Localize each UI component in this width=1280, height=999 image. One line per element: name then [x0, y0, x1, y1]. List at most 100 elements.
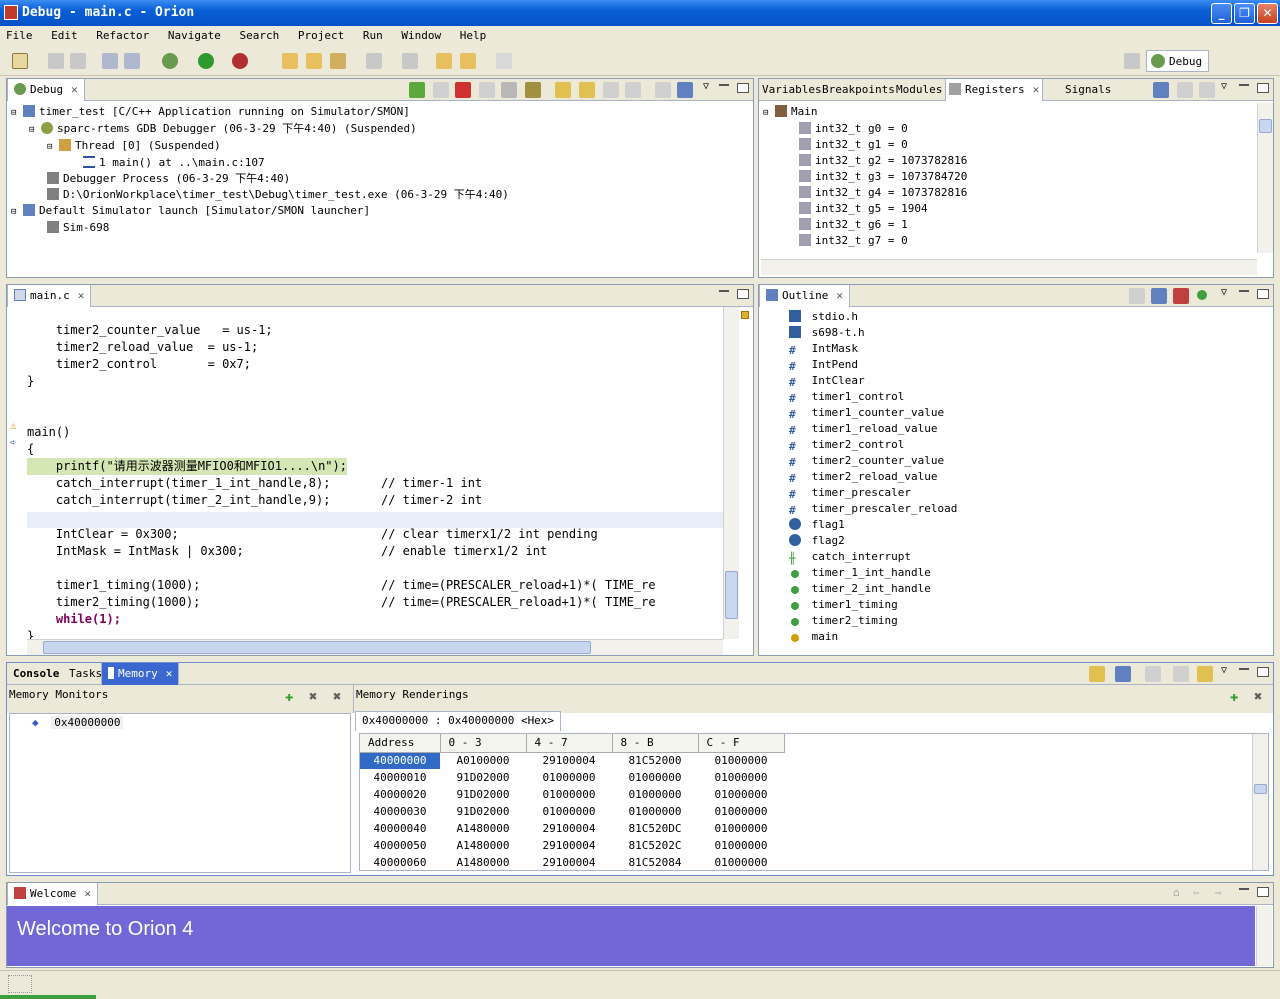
- tree-item-simulator-launch[interactable]: ⊟ Default Simulator launch [Simulator/SM…: [11, 203, 509, 220]
- sort-icon[interactable]: [1129, 288, 1145, 304]
- outline-item[interactable]: flag1: [789, 517, 957, 533]
- table-row[interactable]: 40000010 91D02000 01000000 01000000 01000000: [360, 769, 784, 786]
- tab-debug[interactable]: Debug ✕: [7, 79, 85, 101]
- table-row[interactable]: 40000030 91D02000 01000000 01000000 01000000: [360, 803, 784, 820]
- register-row[interactable]: int32_t g4 = 1073782816: [763, 185, 967, 201]
- show-logical-structure-icon[interactable]: [1177, 82, 1193, 98]
- maximize-view-icon[interactable]: [737, 289, 749, 299]
- outline-item[interactable]: # timer_prescaler_reload: [789, 501, 957, 517]
- external-tools-icon[interactable]: [232, 53, 248, 69]
- minimize-button[interactable]: _: [1211, 3, 1232, 24]
- menu-window[interactable]: Window: [395, 26, 447, 46]
- minimize-view-icon[interactable]: [1239, 83, 1249, 86]
- outline-item[interactable]: timer1_timing: [789, 597, 957, 613]
- editor-hscrollbar[interactable]: [27, 639, 723, 655]
- outline-item[interactable]: timer_2_int_handle: [789, 581, 957, 597]
- column-header[interactable]: 4 - 7: [526, 734, 613, 753]
- hide-nonpublic-icon[interactable]: [1197, 290, 1207, 300]
- run-icon[interactable]: [198, 53, 214, 69]
- pin-icon[interactable]: [330, 53, 346, 69]
- close-icon[interactable]: ✕: [71, 79, 78, 101]
- tree-item-exe[interactable]: D:\OrionWorkplace\timer_test\Debug\timer…: [11, 187, 509, 203]
- remove-rendering-icon[interactable]: ✖: [1254, 689, 1262, 705]
- outline-item[interactable]: # IntMask: [789, 341, 957, 357]
- outline-item[interactable]: # timer2_counter_value: [789, 453, 957, 469]
- outline-item[interactable]: flag2: [789, 533, 957, 549]
- open-perspective-icon[interactable]: [1124, 53, 1140, 69]
- outline-item[interactable]: # timer1_control: [789, 389, 957, 405]
- registers-hscrollbar[interactable]: [761, 259, 1257, 275]
- outline-item[interactable]: # timer2_reload_value: [789, 469, 957, 485]
- register-row[interactable]: int32_t g1 = 0: [763, 137, 967, 153]
- tab-signals[interactable]: Signals: [1059, 79, 1117, 101]
- minimize-view-icon[interactable]: [719, 83, 729, 86]
- open-project-icon[interactable]: [306, 53, 322, 69]
- table-row[interactable]: 40000020 91D02000 01000000 01000000 01000000: [360, 786, 784, 803]
- hide-static-icon[interactable]: [1173, 288, 1189, 304]
- menu-search[interactable]: Search: [233, 26, 285, 46]
- tree-item-debugger-process[interactable]: Debugger Process (06-3-29 下午4:40): [11, 171, 509, 187]
- add-monitor-icon[interactable]: ✚: [285, 689, 293, 705]
- column-header[interactable]: Address: [360, 734, 441, 753]
- hide-fields-icon[interactable]: [1151, 288, 1167, 304]
- menu-project[interactable]: Project: [292, 26, 350, 46]
- tab-memory[interactable]: Memory ✕: [101, 663, 180, 685]
- fast-view-bar[interactable]: [8, 975, 32, 993]
- menu-navigate[interactable]: Navigate: [162, 26, 227, 46]
- tree-item-debugger[interactable]: ⊟ sparc-rtems GDB Debugger (06-3-29 下午4:…: [11, 121, 509, 138]
- forward-icon[interactable]: ⇨: [1215, 886, 1222, 899]
- overview-warning-marker[interactable]: [741, 311, 749, 319]
- tree-item-sim[interactable]: Sim-698: [11, 220, 509, 236]
- terminate-icon[interactable]: [455, 82, 471, 98]
- layout-icon[interactable]: [1173, 666, 1189, 682]
- outline-item[interactable]: stdio.h: [789, 309, 957, 325]
- maximize-view-icon[interactable]: [1257, 667, 1269, 677]
- show-type-names-icon[interactable]: [1153, 82, 1169, 98]
- table-row[interactable]: 40000060 A1480000 29100004 81C52084 01000000: [360, 854, 784, 870]
- minimize-view-icon[interactable]: [1239, 289, 1249, 292]
- outline-item[interactable]: timer_1_int_handle: [789, 565, 957, 581]
- maximize-view-icon[interactable]: [1257, 887, 1269, 897]
- maximize-button[interactable]: ❐: [1234, 3, 1255, 24]
- column-header[interactable]: 8 - B: [612, 734, 699, 753]
- tree-item-thread[interactable]: ⊟ Thread [0] (Suspended): [11, 138, 509, 155]
- register-row[interactable]: int32_t g3 = 1073784720: [763, 169, 967, 185]
- tree-item-launch[interactable]: ⊟ timer_test [C/C++ Application running …: [11, 104, 509, 121]
- close-icon[interactable]: ✕: [84, 883, 91, 905]
- view-menu-icon[interactable]: ▽: [1221, 665, 1227, 676]
- minimize-view-icon[interactable]: [1239, 887, 1249, 890]
- memory-monitor-item[interactable]: ◆ 0x40000000: [32, 716, 124, 729]
- perspective-debug[interactable]: Debug: [1146, 50, 1210, 72]
- minimize-view-icon[interactable]: [1239, 667, 1249, 670]
- last-edit-icon[interactable]: [436, 53, 452, 69]
- registers-vscrollbar[interactable]: [1257, 103, 1273, 253]
- view-menu-icon[interactable]: ▽: [1221, 81, 1227, 92]
- menu-run[interactable]: Run: [357, 26, 389, 46]
- close-button[interactable]: ✕: [1257, 3, 1278, 24]
- forward-icon[interactable]: [496, 53, 512, 69]
- resume-icon[interactable]: [409, 82, 425, 98]
- suspend-icon[interactable]: [433, 82, 449, 98]
- outline-item[interactable]: # IntPend: [789, 357, 957, 373]
- next-annotation-icon[interactable]: [366, 53, 382, 69]
- view-menu-icon[interactable]: ▽: [1221, 287, 1227, 298]
- register-row[interactable]: int32_t g0 = 0: [763, 121, 967, 137]
- outline-item[interactable]: main: [789, 629, 957, 645]
- editor-vscrollbar[interactable]: [723, 307, 739, 639]
- memory-vscrollbar[interactable]: [1252, 734, 1268, 870]
- instruction-stepping-icon[interactable]: [677, 82, 693, 98]
- table-row[interactable]: 40000000 A0100000 29100004 81C52000 01000000: [360, 752, 784, 769]
- tab-variables[interactable]: Variables: [759, 79, 825, 101]
- menu-file[interactable]: File: [0, 26, 39, 46]
- outline-item[interactable]: # IntClear: [789, 373, 957, 389]
- back-icon[interactable]: [460, 53, 476, 69]
- table-row[interactable]: 40000050 A1480000 29100004 81C5202C 01000000: [360, 837, 784, 854]
- register-row[interactable]: int32_t g7 = 0: [763, 233, 967, 249]
- toggle-split-icon[interactable]: [1145, 666, 1161, 682]
- register-row[interactable]: int32_t g2 = 1073782816: [763, 153, 967, 169]
- home-icon[interactable]: ⌂: [1173, 886, 1180, 899]
- drop-to-frame-icon[interactable]: [625, 82, 641, 98]
- close-icon[interactable]: ✕: [836, 285, 843, 307]
- open-folder-icon[interactable]: [282, 53, 298, 69]
- maximize-view-icon[interactable]: [737, 83, 749, 93]
